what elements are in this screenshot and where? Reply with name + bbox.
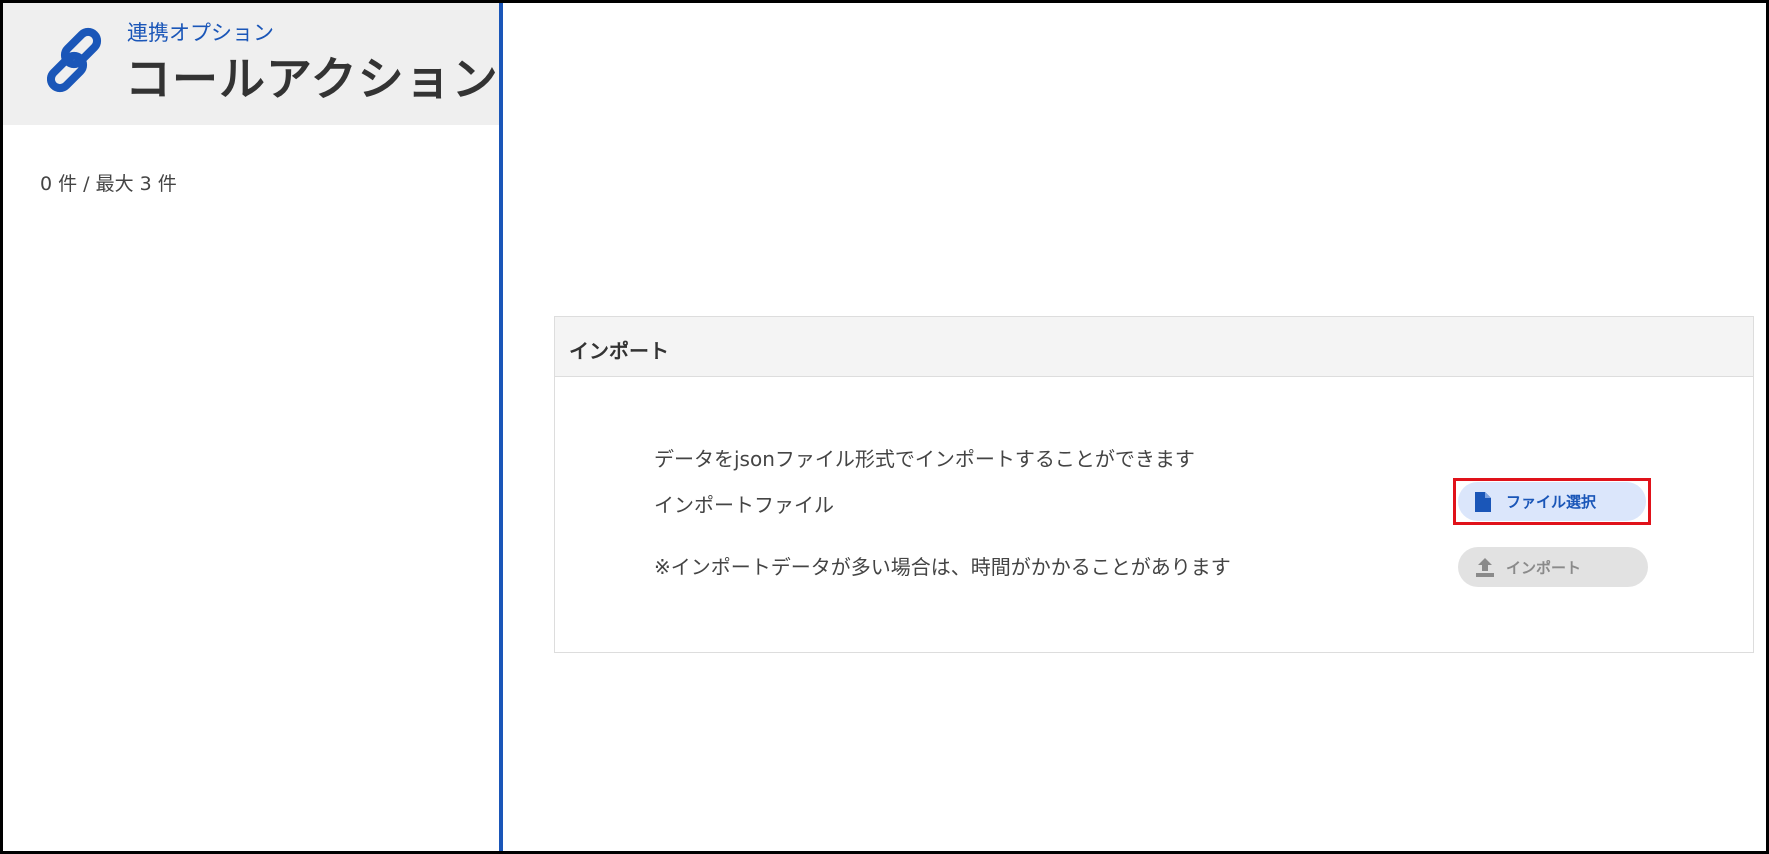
file-select-button-label: ファイル選択 bbox=[1506, 493, 1597, 511]
import-panel-header: インポート bbox=[555, 317, 1753, 377]
import-note: ※インポートデータが多い場合は、時間がかかることがあります bbox=[654, 555, 1231, 579]
page-title: コールアクション連 bbox=[125, 52, 501, 106]
file-select-button[interactable]: ファイル選択 bbox=[1458, 482, 1646, 521]
import-description: データをjsonファイル形式でインポートすることができます bbox=[654, 447, 1195, 471]
import-panel-title: インポート bbox=[569, 339, 669, 363]
import-drawer: インポート データをjsonファイル形式でインポートすることができます インポー… bbox=[499, 3, 1766, 851]
import-button[interactable]: インポート bbox=[1458, 547, 1648, 587]
background-page: 連携オプション コールアクション連 0 件 / 最大 3 件 bbox=[3, 3, 501, 851]
import-file-label: インポートファイル bbox=[654, 493, 834, 517]
link-icon bbox=[46, 27, 113, 93]
import-button-label: インポート bbox=[1506, 558, 1582, 577]
screenshot-frame: 連携オプション コールアクション連 0 件 / 最大 3 件 インポート データ… bbox=[0, 0, 1769, 854]
file-icon bbox=[1474, 491, 1494, 513]
item-count: 0 件 / 最大 3 件 bbox=[40, 173, 177, 195]
import-panel: インポート データをjsonファイル形式でインポートすることができます インポー… bbox=[554, 316, 1754, 653]
upload-icon bbox=[1474, 556, 1494, 578]
page-header: 連携オプション コールアクション連 bbox=[3, 3, 501, 125]
